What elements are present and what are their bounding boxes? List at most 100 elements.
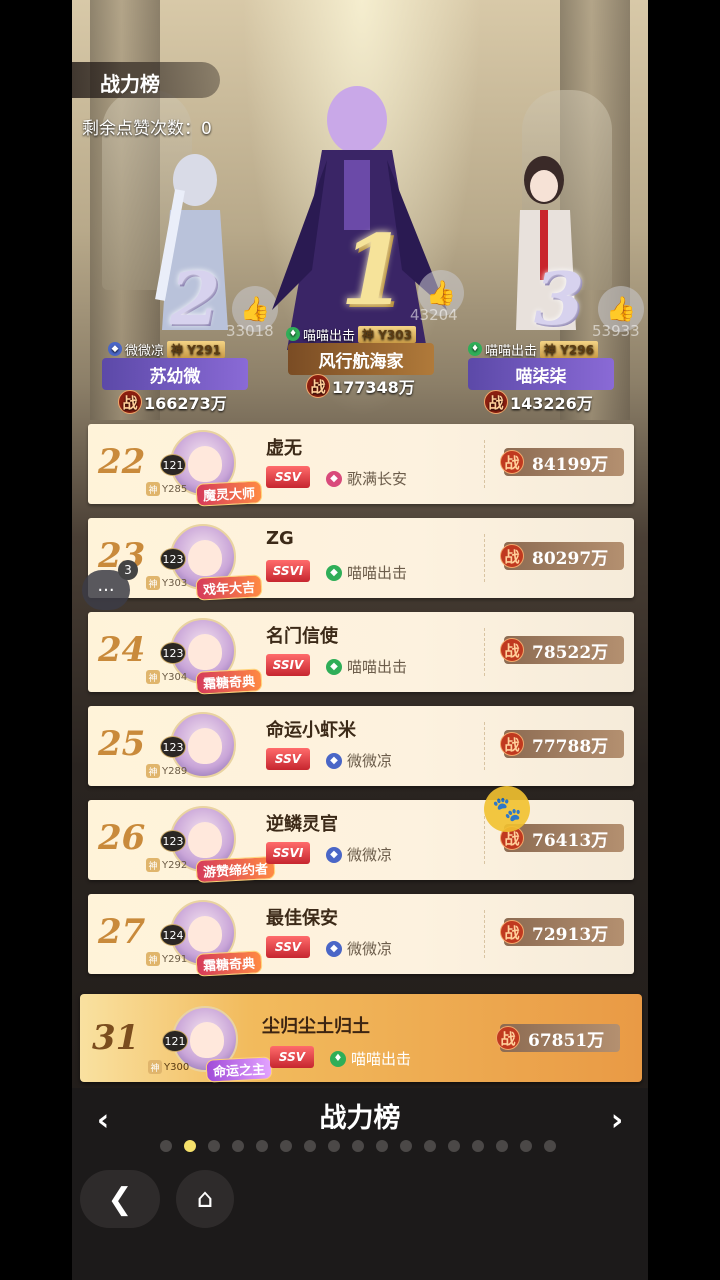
podium-guild-1: ♦ 喵喵出击 神 Y303	[286, 325, 416, 344]
pagination-dot[interactable]	[232, 1140, 244, 1152]
list-item[interactable]: 23 123 神 Y303 戏年大吉 ZG SSVI ◆ 喵喵出击战 80297万	[88, 518, 634, 601]
row-rank: 24	[98, 630, 146, 670]
guild-icon: ◆	[326, 846, 342, 863]
list-item[interactable]: 22 121 神 Y285 魔灵大师 虚无 SSV ◆ 歌满长安战 84199万	[88, 424, 634, 507]
home-button[interactable]: ⌂	[176, 1170, 234, 1228]
zhan-icon: 战	[500, 450, 524, 474]
list-item[interactable]: 25 123 神 Y289 命运小虾米 SSV ◆ 微微凉战 77788万	[88, 706, 634, 786]
vip-level: Y303	[162, 577, 188, 589]
pagination-dot[interactable]	[424, 1140, 436, 1152]
page-title-tab: 战力榜	[72, 62, 220, 98]
pagination-dot[interactable]	[280, 1140, 292, 1152]
pagination-dot[interactable]	[400, 1140, 412, 1152]
sv-badge: SSVI	[266, 560, 310, 582]
avatar-face	[188, 446, 222, 482]
vip-level: Y300	[164, 1061, 190, 1073]
shen-icon: 神	[146, 670, 160, 684]
power-box: 战 84199万	[500, 448, 624, 476]
vip-tag: 神 Y289	[146, 764, 187, 778]
pagination-dot[interactable]	[256, 1140, 268, 1152]
podium-power-1: 战 177348万	[306, 374, 415, 398]
avatar-face	[190, 1022, 224, 1058]
avatar-face	[188, 728, 222, 764]
pagination-dot[interactable]	[544, 1140, 556, 1152]
my-rank-row[interactable]: 31 121 神 Y300 命运之主 尘归尘土归土 SSV ♦ 喵喵出击 战 6785…	[80, 994, 642, 1083]
pagination-dot[interactable]	[328, 1140, 340, 1152]
player-name: 逆鳞灵官	[266, 814, 338, 835]
zhan-icon: 战	[118, 390, 142, 414]
pagination-dot[interactable]	[448, 1140, 460, 1152]
podium-guild-3: ♦ 喵喵出击 神 Y296	[468, 340, 598, 359]
podium-guild-name-3: 喵喵出击	[485, 343, 538, 359]
pagination-dot[interactable]	[352, 1140, 364, 1152]
podium-vip-2: 神 Y291	[167, 340, 225, 358]
level-badge: 123	[160, 642, 186, 664]
title-badge: 命运之主	[205, 1056, 273, 1083]
back-button[interactable]: ❮	[80, 1170, 160, 1228]
pagination-dot[interactable]	[376, 1140, 388, 1152]
list-item[interactable]: 24 123 神 Y304 霜糖奇典 名门信使 SSIV ◆ 喵喵出击战 78522万	[88, 612, 634, 695]
podium-guild-name-2: 微微凉	[125, 343, 165, 359]
title-badge: 戏年大吉	[195, 574, 263, 601]
pagination-dot[interactable]	[304, 1140, 316, 1152]
sv-badge: SSV	[266, 936, 310, 958]
title-badge: 霜糖奇典	[195, 668, 263, 695]
pagination-dots[interactable]	[160, 1140, 556, 1152]
power-box: 战 76413万	[500, 824, 624, 852]
guild-name: 喵喵出击	[347, 564, 408, 582]
vip-level: Y292	[162, 859, 188, 871]
vip-tag: 神 Y292	[146, 858, 187, 872]
guild-icon: ♦	[330, 1050, 346, 1067]
pagination-dot[interactable]	[520, 1140, 532, 1152]
shen-icon: 神	[146, 482, 160, 496]
podium-name-2[interactable]: 苏幼微	[102, 358, 248, 390]
shen-icon: 神	[146, 858, 160, 872]
guild-name: 微微凉	[347, 940, 393, 958]
row-rank: 25	[98, 724, 146, 764]
player-name: 命运小虾米	[266, 720, 356, 741]
guild-name: 微微凉	[347, 752, 393, 770]
pagination-dot[interactable]	[160, 1140, 172, 1152]
vip-tag: 神 Y303	[146, 576, 187, 590]
vip-tag: 神 Y300	[148, 1060, 189, 1074]
likes-remaining: 剩余点赞次数：0	[82, 119, 212, 139]
podium-name-3[interactable]: 喵柒柒	[468, 358, 614, 390]
podium-power-value-2: 166273万	[144, 394, 227, 413]
player-name: 尘归尘土归土	[262, 1016, 370, 1037]
vip-level: Y285	[162, 483, 188, 495]
guild-icon: ♦	[286, 327, 300, 341]
guild: ♦ 喵喵出击	[330, 1048, 411, 1069]
title-badge: 魔灵大师	[195, 480, 263, 507]
paw-icon[interactable]: 🐾	[484, 786, 530, 832]
guild: ◆ 喵喵出击	[326, 562, 407, 583]
list-item[interactable]: 26 123 神 Y292 游赞缔约者 逆鳞灵官 SSVI ◆ 微微凉战 76413万	[88, 800, 634, 884]
divider	[484, 816, 485, 864]
guild-icon: ◆	[326, 564, 342, 581]
avatar-face	[188, 916, 222, 952]
zhan-icon: 战	[306, 374, 330, 398]
zhan-icon: 战	[500, 638, 524, 662]
guild-icon: ◆	[326, 940, 342, 957]
divider	[484, 628, 485, 676]
vip-tag: 神 Y291	[146, 952, 187, 966]
power-value: 67851万	[528, 1030, 605, 1051]
pagination-dot[interactable]	[208, 1140, 220, 1152]
row-rank: 22	[98, 442, 146, 482]
page-title: 战力榜	[100, 72, 160, 96]
pagination-dot[interactable]	[496, 1140, 508, 1152]
zhan-icon: 战	[484, 390, 508, 414]
row-rank: 31	[92, 1018, 140, 1058]
power-value: 84199万	[532, 454, 609, 475]
podium-power-3: 战 143226万	[484, 390, 593, 414]
power-box: 战 67851万	[496, 1024, 620, 1052]
guild-icon: ◆	[326, 752, 342, 769]
list-item[interactable]: 27 124 神 Y291 霜糖奇典 最佳保安 SSV ◆ 微微凉战 72913万	[88, 894, 634, 977]
shen-icon: 神	[148, 1060, 162, 1074]
podium-name-1[interactable]: 风行航海家	[288, 343, 434, 375]
vip-tag: 神 Y304	[146, 670, 187, 684]
zhan-icon: 战	[496, 1026, 520, 1050]
next-arrow-icon[interactable]: ›	[600, 1100, 634, 1140]
title-badge: 游赞缔约者	[195, 855, 276, 884]
pagination-dot[interactable]	[472, 1140, 484, 1152]
pagination-dot[interactable]	[184, 1140, 196, 1152]
